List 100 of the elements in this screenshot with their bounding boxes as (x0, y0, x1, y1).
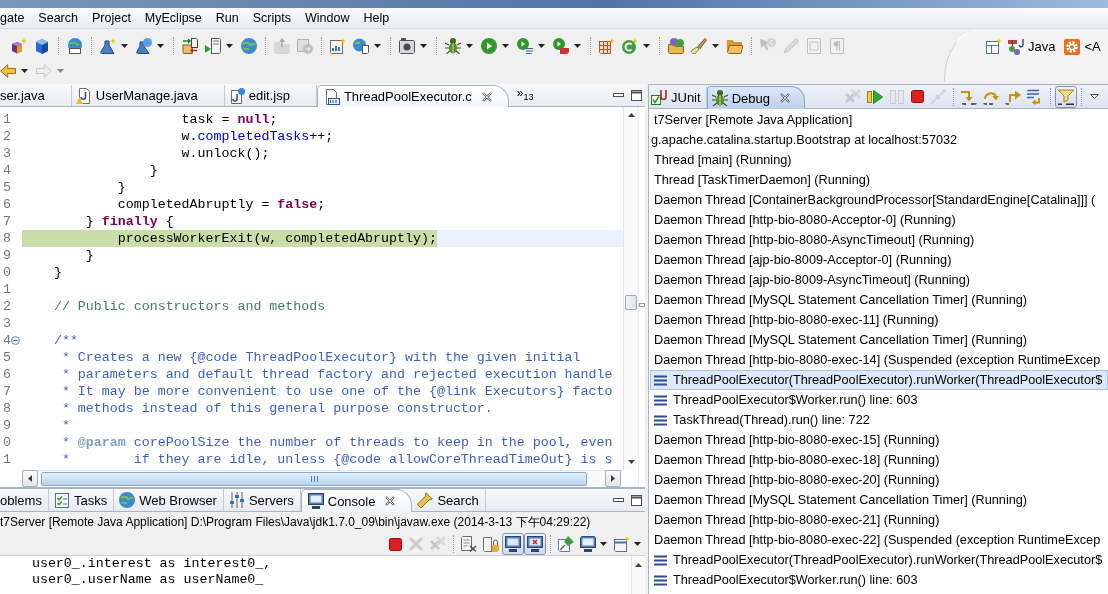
brush-icon[interactable] (691, 37, 707, 54)
tab[interactable]: Debug (706, 86, 805, 109)
scroll-up-arrow-icon[interactable] (635, 563, 642, 567)
perspective-button[interactable]: <A (1064, 38, 1101, 55)
menu-item[interactable]: Search (31, 9, 85, 27)
stop-icon[interactable] (389, 537, 402, 551)
tree-item[interactable]: Daemon Thread [ContainerBackgroundProcessor[StandardEngine[Catalina]]] ( (649, 190, 1096, 210)
close-icon[interactable] (779, 93, 790, 103)
tab[interactable]: Search (412, 489, 486, 511)
vertical-scrollbar[interactable] (623, 107, 638, 470)
camera-icon[interactable] (399, 37, 415, 54)
dropdown-caret-icon[interactable] (538, 43, 545, 48)
pin-icon[interactable] (558, 536, 574, 552)
more-tabs-button[interactable]: »$_{13}$ (516, 85, 534, 105)
maximize-icon[interactable] (631, 494, 642, 506)
console-output-icon[interactable] (502, 533, 524, 555)
dropdown-caret-icon[interactable] (643, 43, 650, 48)
folder-balls-icon[interactable] (668, 37, 684, 54)
dropdown-caret-icon[interactable] (600, 542, 607, 546)
bug-icon[interactable] (445, 37, 461, 54)
tree-item[interactable]: Daemon Thread [http-bio-8080-exec-18] (Running) (649, 450, 940, 470)
tab[interactable]: Console (300, 489, 413, 512)
tree-item[interactable]: Daemon Thread [http-bio-8080-exec-11] (Running) (649, 310, 939, 330)
close-icon[interactable] (481, 91, 492, 102)
flask-globe-icon[interactable] (136, 37, 152, 54)
step-into-icon[interactable] (961, 88, 977, 105)
cube-star-icon[interactable] (11, 37, 27, 54)
tree-item[interactable]: Daemon Thread [http-bio-8080-Acceptor-0] (Running) (649, 210, 956, 230)
tree-item[interactable]: TaskThread(Thread).run() line: 722 (649, 410, 870, 430)
dropdown-caret-icon[interactable] (466, 43, 473, 48)
dropdown-caret-icon[interactable] (574, 43, 581, 48)
tree-item[interactable]: Daemon Thread [http-bio-8080-AsyncTimeout] (Running) (649, 230, 975, 250)
dropdown-caret-icon[interactable] (121, 43, 128, 48)
tree-item[interactable]: Thread [TaskTimerDaemon] (Running) (649, 170, 870, 190)
tree-item[interactable]: ThreadPoolExecutor$Worker.run() line: 603 (649, 570, 918, 590)
menu-item[interactable]: Scripts (245, 9, 298, 27)
resume-icon[interactable] (867, 88, 883, 105)
folder-open-icon[interactable] (727, 37, 743, 54)
step-return-icon[interactable] (1005, 88, 1021, 105)
menu-item[interactable]: Help (356, 9, 397, 27)
tree-item[interactable]: Thread [main] (Running) (649, 150, 792, 170)
tree-item[interactable]: ThreadPoolExecutor(ThreadPoolExecutor).runWorker(ThreadPoolExecutor$ (649, 550, 1103, 570)
new-console-icon[interactable] (614, 536, 630, 552)
tab[interactable]: Web Browser (114, 489, 224, 511)
tree-item[interactable]: Daemon Thread [MySQL Statement Cancellation Timer] (Running) (649, 490, 1028, 510)
step-filter-icon[interactable] (1055, 85, 1077, 108)
console-error-icon[interactable] (524, 533, 546, 555)
cube-icon[interactable] (34, 37, 50, 54)
tree-item[interactable]: Daemon Thread [MySQL Statement Cancellation Timer] (Running) (649, 330, 1028, 350)
tree-item[interactable]: Daemon Thread [http-bio-8080-exec-15] (Running) (649, 430, 940, 450)
tab[interactable]: oblems (0, 489, 49, 511)
run-list-icon[interactable] (517, 37, 533, 54)
tab[interactable]: ThreadPoolExecutor.c (316, 85, 509, 107)
scroll-lock-icon[interactable] (483, 536, 499, 552)
menu-item[interactable]: Window (297, 9, 357, 27)
menu-item[interactable]: MyEclipse (137, 9, 209, 27)
tab[interactable]: UserManage.java (71, 85, 225, 106)
tree-item[interactable]: Daemon Thread [MySQL Statement Cancellation Timer] (Running) (649, 290, 1028, 310)
dropdown-caret-icon[interactable] (157, 43, 164, 48)
menu-item[interactable]: gate (0, 9, 32, 27)
view-menu-icon[interactable] (1090, 94, 1099, 99)
server-play-icon[interactable] (205, 37, 221, 54)
tree-item[interactable]: g.apache.catalina.startup.Bootstrap at localhost:57032 (649, 130, 958, 150)
tree-item[interactable]: ThreadPoolExecutor(ThreadPoolExecutor).runWorker(ThreadPoolExecutor$ (650, 370, 1108, 390)
server-arrows-icon[interactable] (182, 37, 198, 54)
tree-item[interactable]: Daemon Thread [ajp-bio-8009-AsyncTimeout] (Running) (649, 270, 970, 290)
tree-item[interactable]: Daemon Thread [http-bio-8080-exec-21] (Running) (649, 510, 940, 530)
run-icon[interactable] (481, 37, 497, 54)
globe-badge-icon[interactable] (67, 37, 83, 54)
dropdown-caret-icon[interactable] (226, 43, 233, 48)
open-perspective-icon[interactable] (986, 38, 1002, 54)
tree-item[interactable]: ThreadPoolExecutor$Worker.run() line: 603 (649, 390, 918, 410)
globe-icon[interactable] (241, 37, 257, 54)
tab[interactable]: edit.jsp (224, 85, 317, 106)
tree-item[interactable]: t7Server [Remote Java Application] (649, 110, 853, 130)
vertical-scrollbar[interactable] (631, 556, 645, 594)
overview-ruler-marker[interactable] (639, 303, 645, 307)
tree-item[interactable]: Daemon Thread [http-bio-8080-exec-14] (Suspended (exception RuntimeExcep (649, 350, 1101, 370)
back-arrow-icon[interactable] (0, 63, 16, 78)
tab[interactable]: Servers (223, 489, 301, 511)
perspective-button[interactable]: Java (1008, 38, 1056, 55)
dropdown-caret-icon[interactable] (21, 68, 28, 73)
close-icon[interactable] (385, 496, 396, 506)
dropdown-caret-icon[interactable] (634, 542, 641, 546)
scroll-down-arrow-icon[interactable] (627, 460, 635, 464)
grid-star-icon[interactable] (599, 37, 615, 54)
clear-console-icon[interactable] (461, 536, 477, 552)
menu-item[interactable]: Run (208, 9, 246, 27)
dropdown-caret-icon[interactable] (420, 43, 427, 48)
drop-to-frame-icon[interactable] (1027, 88, 1043, 105)
stop-icon[interactable] (911, 90, 924, 103)
flask-star-icon[interactable] (100, 37, 116, 54)
dropdown-caret-icon[interactable] (712, 43, 719, 48)
scrollbar-thumb[interactable] (625, 295, 637, 310)
tab[interactable]: Tasks (48, 489, 115, 511)
tree-item[interactable]: Daemon Thread [http-bio-8080-exec-22] (Suspended (exception RuntimeExcep (649, 530, 1101, 550)
dropdown-caret-icon[interactable] (374, 43, 381, 48)
scroll-up-arrow-icon[interactable] (627, 113, 635, 117)
tab[interactable]: ser.java (0, 85, 72, 106)
menu-item[interactable]: Project (84, 9, 138, 27)
